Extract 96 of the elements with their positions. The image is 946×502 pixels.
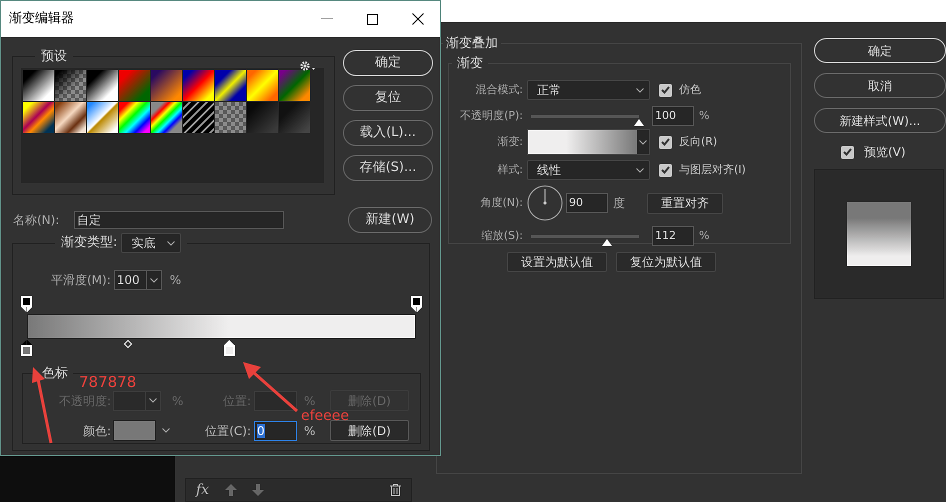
field-label: 颜色: [82, 422, 112, 440]
group-label: 预设 [40, 48, 68, 66]
maximize-icon[interactable] [367, 14, 378, 24]
gradient-swatch[interactable] [119, 70, 150, 100]
field-label: 角度(N): [479, 194, 524, 211]
gradient-swatch[interactable] [279, 102, 310, 132]
dialog-button[interactable]: 确定 [814, 38, 946, 63]
unit-label: % [303, 392, 316, 409]
window-title: 渐变编辑器 [9, 10, 74, 28]
checkbox[interactable] [841, 146, 854, 158]
gradient-swatch[interactable] [151, 70, 182, 100]
opacity-stop[interactable] [411, 296, 422, 312]
caret-icon [162, 428, 170, 433]
style-dropdown[interactable]: 线性 [527, 160, 650, 180]
field-label: 不透明度(P): [459, 108, 524, 124]
dialog-button[interactable]: 复位 [343, 85, 433, 111]
checkbox-label: 预览(V) [864, 144, 906, 161]
checkbox-label: 反向(R) [679, 134, 718, 150]
gradient-swatch[interactable] [215, 70, 246, 100]
reset-align-button[interactable]: 重置对齐 [647, 192, 723, 214]
blend-mode-dropdown[interactable]: 正常 [527, 80, 650, 100]
delete-button[interactable]: 删除(D) [330, 420, 409, 441]
gradient-swatch[interactable] [119, 102, 150, 132]
dialog-button[interactable]: 新建样式(W)... [814, 108, 946, 133]
gradient-picker[interactable] [527, 129, 650, 155]
caret-icon [150, 278, 158, 282]
dialog-button[interactable]: 取消 [814, 73, 946, 98]
default-button[interactable]: 设置为默认值 [507, 252, 607, 272]
dialog-button[interactable]: 确定 [343, 50, 433, 76]
caret-icon [636, 88, 644, 92]
dialog-button[interactable]: 载入(L)... [343, 120, 433, 146]
color-swatch[interactable] [113, 420, 156, 441]
smoothness-field[interactable]: 100 [114, 270, 162, 290]
gradient-swatch[interactable] [183, 102, 214, 132]
checkbox[interactable] [659, 84, 672, 96]
color-stop[interactable] [21, 340, 32, 356]
unit-label: % [699, 228, 710, 244]
group-label: 色标 [41, 365, 69, 383]
angle-dial[interactable] [527, 185, 563, 221]
color-stop[interactable] [224, 340, 235, 356]
type-dropdown[interactable]: 实底 [121, 233, 182, 253]
gradient-swatch[interactable] [55, 102, 86, 132]
field-label: 样式: [496, 162, 524, 178]
gradient-swatch[interactable] [55, 70, 86, 100]
unit-label: % [172, 394, 184, 408]
gear-icon[interactable] [300, 60, 316, 70]
position-field[interactable]: 0 [254, 420, 297, 440]
checkbox[interactable] [659, 164, 672, 176]
section-title: 渐变叠加 [445, 35, 499, 53]
gradient-swatch[interactable] [279, 70, 310, 100]
opacity-stop[interactable] [21, 296, 32, 312]
field-label: 名称(N): [13, 212, 60, 229]
default-button[interactable]: 复位为默认值 [616, 252, 716, 272]
caret-icon [149, 398, 157, 403]
caret-icon [167, 240, 176, 246]
gradient-swatch[interactable] [87, 70, 118, 100]
gradient-swatch[interactable] [87, 102, 118, 132]
gradient-preview[interactable] [528, 130, 637, 154]
gradient-swatch[interactable] [23, 70, 54, 100]
unit-label: 度 [613, 195, 625, 212]
close-icon[interactable] [412, 13, 424, 25]
caret-icon [639, 140, 647, 144]
gradient-bar[interactable] [27, 314, 416, 339]
field-label: 混合模式: [474, 82, 524, 98]
annotation-text: 787878 [79, 374, 136, 390]
gradient-swatch[interactable] [23, 102, 54, 132]
gradient-swatch[interactable] [183, 70, 214, 100]
unit-label: % [170, 272, 182, 289]
unit-label: % [699, 108, 710, 124]
field-label: 位置(C): [204, 422, 252, 440]
name-field[interactable]: 自定 [74, 211, 284, 229]
group-label: 渐变 [456, 54, 484, 72]
gradient-swatch[interactable] [247, 70, 278, 100]
checkbox-label: 与图层对齐(I) [679, 162, 746, 178]
gradient-swatch[interactable] [247, 102, 278, 132]
caret-icon [636, 168, 644, 172]
trash-icon[interactable] [390, 484, 401, 496]
midpoint-icon[interactable] [124, 340, 133, 348]
preview-swatch [847, 202, 911, 266]
field-label: 平滑度(M): [51, 272, 111, 289]
gradient-swatch[interactable] [151, 102, 182, 132]
opacity-field[interactable]: 100 [652, 106, 694, 126]
field-label: 缩放(S): [480, 228, 524, 244]
dialog-button[interactable]: 存储(S)... [343, 155, 433, 181]
arrow-down-icon[interactable] [252, 484, 264, 496]
scale-field[interactable]: 112 [652, 226, 694, 246]
field-label: 渐变: [496, 134, 524, 150]
arrow-up-icon[interactable] [225, 484, 238, 496]
angle-field[interactable]: 90 [566, 193, 608, 213]
gradient-swatch[interactable] [215, 102, 246, 132]
unit-label: % [303, 422, 316, 440]
new-button[interactable]: 新建(W) [348, 207, 432, 233]
checkbox[interactable] [659, 136, 672, 148]
fx-button[interactable]: fx [196, 483, 210, 497]
field-label: 渐变类型: [61, 234, 118, 252]
checkbox-label: 仿色 [679, 82, 701, 98]
